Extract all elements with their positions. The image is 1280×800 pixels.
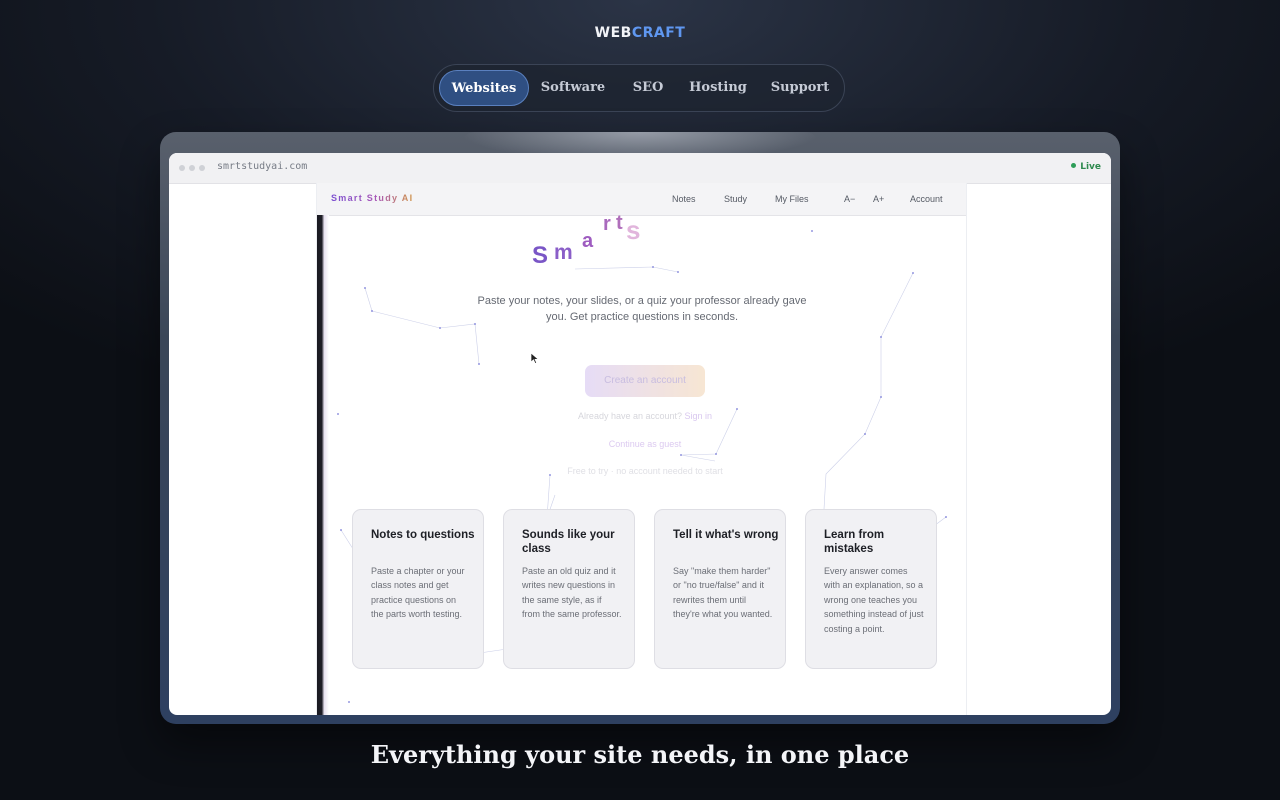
- tab-hosting[interactable]: Hosting: [680, 70, 756, 106]
- webcraft-logo[interactable]: WEBCRAFT: [0, 25, 1280, 41]
- window-dot-icon: [179, 165, 185, 171]
- logo-part-web: WEB: [594, 25, 632, 41]
- browser-address-bar: smrtstudyai.com Live: [169, 153, 1111, 184]
- site-nav-notes[interactable]: Notes: [672, 194, 696, 204]
- feature-card: Notes to questions Paste a chapter or yo…: [352, 509, 484, 669]
- hero-letter: t: [616, 212, 623, 234]
- showcase-caption: Everything your site needs, in one place: [370, 740, 910, 769]
- feature-card-body: Every answer comes with an explanation, …: [824, 566, 924, 634]
- window-dot-icon: [199, 165, 205, 171]
- page-edge-shadow: [317, 215, 329, 715]
- site-nav-account[interactable]: Account: [910, 194, 943, 204]
- feature-card-body: Paste an old quiz and it writes new ques…: [522, 566, 622, 620]
- feature-card-title: Sounds like your class: [522, 529, 615, 555]
- tab-software[interactable]: Software: [532, 70, 614, 106]
- feature-card-body: Paste a chapter or your class notes and …: [371, 566, 465, 620]
- site-nav-study[interactable]: Study: [724, 194, 747, 204]
- continue-as-guest-link[interactable]: Continue as guest: [545, 439, 745, 449]
- site-nav-my-files[interactable]: My Files: [775, 194, 809, 204]
- signin-prompt-text: Already have an account?: [577, 411, 683, 421]
- live-status-badge: Live: [1071, 162, 1101, 172]
- create-account-button[interactable]: Create an account: [585, 365, 705, 397]
- hero-tagline: Paste your notes, your slides, or a quiz…: [477, 295, 807, 323]
- sign-in-link[interactable]: Sign in: [685, 411, 713, 421]
- hero-letter: s: [626, 215, 641, 245]
- feature-card-title: Notes to questions: [371, 529, 475, 541]
- tab-websites[interactable]: Websites: [439, 70, 529, 106]
- live-dot-icon: [1071, 163, 1077, 168]
- tab-support[interactable]: Support: [762, 70, 838, 106]
- tab-seo[interactable]: SEO: [620, 70, 676, 106]
- window-dot-icon: [189, 165, 195, 171]
- browser-url[interactable]: smrtstudyai.com: [217, 161, 307, 172]
- hero-letter: S: [532, 242, 549, 269]
- increase-font-button[interactable]: A+: [873, 194, 884, 204]
- site-preview: Smart Study AI Notes Study My Files A− A…: [316, 183, 967, 715]
- feature-card-body: Say "make them harder" or "no true/false…: [673, 566, 773, 620]
- live-status-label: Live: [1080, 162, 1101, 172]
- decrease-font-button[interactable]: A−: [844, 194, 855, 204]
- hero-letter: r: [603, 213, 611, 235]
- signin-prompt: Already have an account? Sign in: [517, 411, 773, 421]
- site-logo[interactable]: Smart Study AI: [331, 193, 413, 203]
- free-trial-note: Free to try · no account needed to start: [567, 466, 723, 476]
- category-tabs: Websites Software SEO Hosting Support: [433, 64, 845, 112]
- feature-card-title: Learn from mistakes: [824, 529, 885, 555]
- browser-window: smrtstudyai.com Live Smart Study AI Note…: [169, 153, 1111, 715]
- site-header: Smart Study AI Notes Study My Files A− A…: [317, 183, 966, 216]
- hero-letter: m: [554, 241, 573, 264]
- logo-part-craft: CRAFT: [631, 25, 686, 41]
- hero-letter: a: [582, 230, 594, 252]
- mouse-cursor-icon: [530, 352, 540, 364]
- feature-card: Sounds like your class Paste an old quiz…: [503, 509, 635, 669]
- feature-card: Tell it what's wrong Say "make them hard…: [654, 509, 786, 669]
- feature-card-title: Tell it what's wrong: [673, 529, 779, 541]
- feature-card: Learn from mistakes Every answer comes w…: [805, 509, 937, 669]
